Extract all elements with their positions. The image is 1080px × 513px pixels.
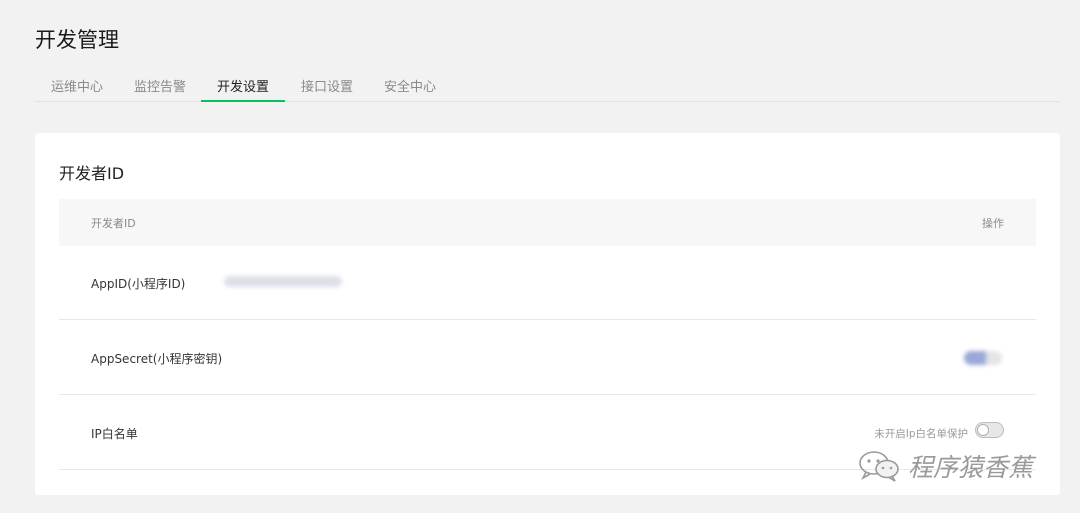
card-title: 开发者ID xyxy=(59,164,125,183)
watermark: 程序猿香蕉 xyxy=(858,446,1033,486)
watermark-text: 程序猿香蕉 xyxy=(908,453,1034,482)
tab-bar: 运维中心 监控告警 开发设置 接口设置 安全中心 xyxy=(35,70,1060,102)
appid-value-redacted xyxy=(224,276,342,287)
ip-whitelist-status: 未开启Ip白名单保护 xyxy=(874,428,968,440)
table-row-appsecret: AppSecret(小程序密钥) xyxy=(59,321,1036,395)
page-title: 开发管理 xyxy=(35,28,119,52)
tab-ops-center[interactable]: 运维中心 xyxy=(51,76,103,102)
ip-whitelist-toggle[interactable] xyxy=(975,422,1004,438)
appsecret-label: AppSecret(小程序密钥) xyxy=(91,352,223,366)
column-header-action: 操作 xyxy=(982,217,1004,230)
tab-security-center[interactable]: 安全中心 xyxy=(384,76,436,102)
tab-dev-settings[interactable]: 开发设置 xyxy=(201,76,285,102)
appid-label: AppID(小程序ID) xyxy=(91,277,186,291)
table-row-appid: AppID(小程序ID) xyxy=(59,246,1036,320)
column-header-developer-id: 开发者ID xyxy=(91,217,136,230)
table-header: 开发者ID 操作 xyxy=(59,199,1036,246)
ip-whitelist-label: IP白名单 xyxy=(91,427,138,441)
appsecret-action-redacted[interactable] xyxy=(964,351,1002,365)
toggle-knob xyxy=(977,424,989,436)
tab-api-settings[interactable]: 接口设置 xyxy=(301,76,353,102)
developer-id-card: 开发者ID 开发者ID 操作 AppID(小程序ID) AppSecret(小程… xyxy=(35,133,1060,495)
wechat-icon xyxy=(859,451,899,482)
tab-monitoring-alerts[interactable]: 监控告警 xyxy=(134,76,186,102)
